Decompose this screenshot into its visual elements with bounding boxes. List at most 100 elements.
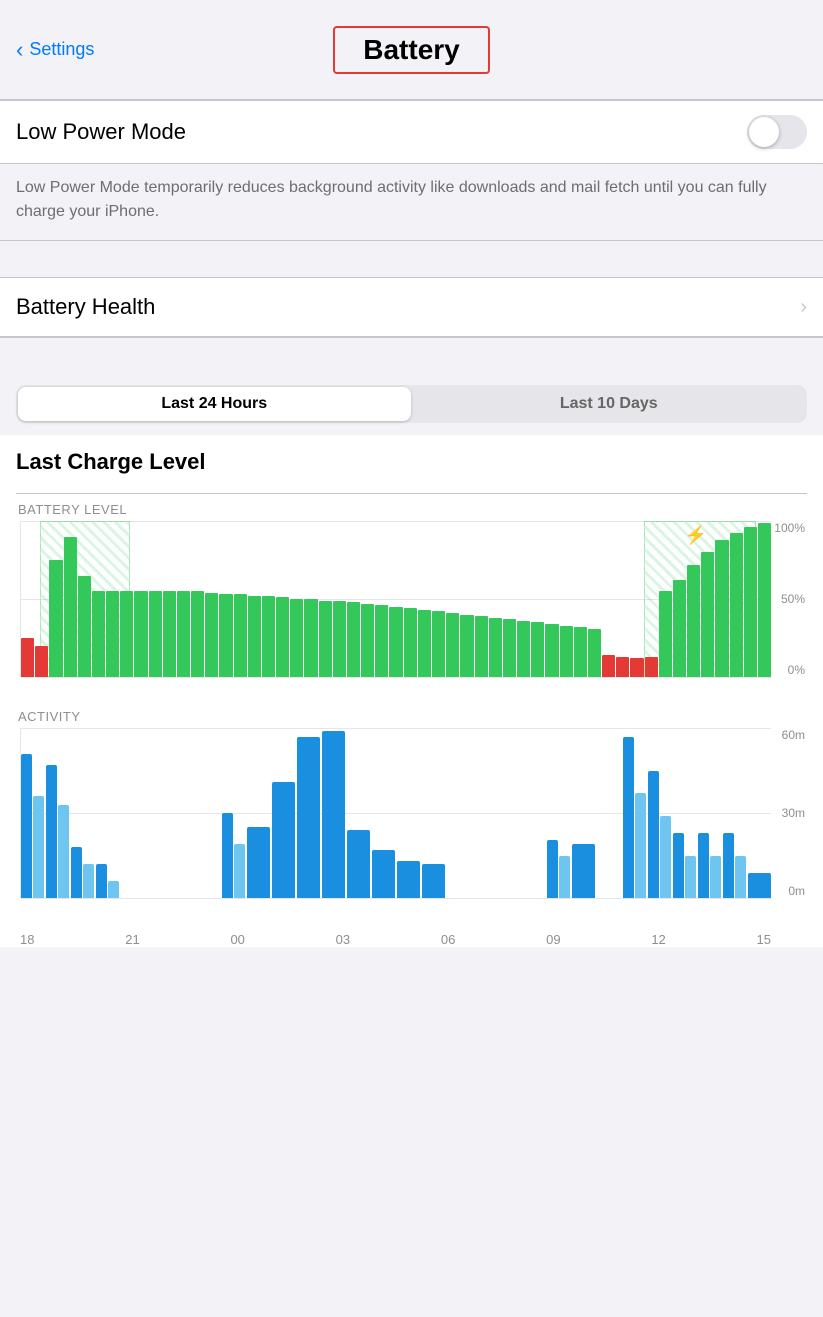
low-power-mode-section: Low Power Mode [0,100,823,164]
battery-bar [602,655,615,677]
battery-bar [78,576,91,677]
activity-bar-screen-off [33,796,44,898]
activity-bars-container [20,728,771,898]
battery-bar [290,599,303,677]
activity-chart: 60m 30m 0m [16,728,807,928]
battery-bar [191,591,204,677]
activity-bar-group [247,728,270,898]
title-box: Battery [333,26,489,74]
battery-bar [347,602,360,677]
battery-bar [758,523,771,677]
activity-bar-screen-on [572,844,595,898]
activity-bar-screen-on [71,847,82,898]
battery-bar [616,657,629,677]
back-button[interactable]: ‹ Settings [16,37,94,63]
activity-bar-screen-off [635,793,646,898]
activity-bar-screen-on [347,830,370,898]
activity-bar-group [623,728,646,898]
battery-bar [701,552,714,677]
activity-bar-group [21,728,44,898]
activity-section: ACTIVITY 60m 30m 0m 18 21 00 03 06 09 12… [16,701,807,947]
activity-bar-screen-on [547,840,558,898]
activity-bar-screen-off [660,816,671,898]
activity-bar-screen-on [422,864,445,898]
activity-bar-group [723,728,746,898]
back-chevron-icon: ‹ [16,37,23,63]
battery-bar [715,540,728,677]
battery-bar [120,591,133,677]
toggle-knob [749,117,779,147]
battery-bar [276,597,289,677]
battery-bar [545,624,558,677]
activity-bar-screen-off [710,856,721,899]
battery-y-labels: 100% 50% 0% [773,521,807,677]
segment-last-10-days[interactable]: Last 10 Days [413,387,806,421]
battery-bar [560,626,573,677]
battery-y-label-100: 100% [774,521,805,535]
activity-bar-screen-on [698,833,709,898]
battery-bar [35,646,48,677]
x-labels-row: 18 21 00 03 06 09 12 15 [16,928,807,947]
activity-bar-group [522,728,545,898]
battery-bar [531,622,544,677]
battery-bar [319,601,332,677]
x-label-06: 06 [441,932,455,947]
battery-bar [333,601,346,677]
x-label-03: 03 [336,932,350,947]
battery-bar [460,615,473,677]
battery-bar [163,591,176,677]
activity-bar-group [547,728,570,898]
activity-bar-group [96,728,119,898]
battery-bar [645,657,658,677]
battery-bar [659,591,672,677]
low-power-description: Low Power Mode temporarily reduces backg… [16,179,767,220]
activity-bar-group [171,728,194,898]
spacer-2 [0,337,823,373]
activity-bar-group [222,728,245,898]
segment-last-24-hours[interactable]: Last 24 Hours [18,387,411,421]
battery-bar [49,560,62,677]
charts-container: BATTERY LEVEL 100% 50% 0% ⚡ ACTIVITY 60m… [0,485,823,947]
battery-bar [205,593,218,677]
x-label-00: 00 [230,932,244,947]
battery-bar [574,627,587,677]
battery-health-row[interactable]: Battery Health › [0,277,823,337]
battery-bar [389,607,402,677]
activity-bar-group [673,728,696,898]
activity-bar-screen-on [748,873,771,899]
activity-bar-screen-on [222,813,233,898]
battery-bar [418,610,431,677]
activity-bar-screen-off [83,864,94,898]
activity-bar-screen-on [21,754,32,899]
battery-bar [588,629,601,677]
battery-bar [361,604,374,677]
activity-bar-group [146,728,169,898]
activity-bar-screen-on [322,731,345,898]
battery-bar [304,599,317,677]
battery-bar [134,591,147,677]
battery-bar [64,537,77,677]
activity-bar-group [297,728,320,898]
nav-header: ‹ Settings Battery [0,0,823,100]
battery-bar [234,594,247,677]
activity-bar-group [572,728,595,898]
low-power-mode-label: Low Power Mode [16,119,186,145]
activity-bar-screen-on [623,737,634,899]
activity-bar-group [121,728,144,898]
battery-level-section: BATTERY LEVEL 100% 50% 0% ⚡ [16,485,807,701]
back-label: Settings [29,39,94,60]
activity-bar-screen-off [234,844,245,898]
battery-bar [489,618,502,677]
low-power-description-section: Low Power Mode temporarily reduces backg… [0,164,823,241]
battery-bar [248,596,261,677]
activity-bar-group [196,728,219,898]
activity-bar-group [422,728,445,898]
activity-bar-group [748,728,771,898]
battery-bar [446,613,459,677]
battery-bar [262,596,275,677]
activity-bar-screen-off [58,805,69,899]
low-power-mode-toggle[interactable] [747,115,807,149]
activity-bar-screen-off [559,856,570,899]
battery-level-chart: 100% 50% 0% ⚡ [16,521,807,701]
activity-bar-screen-off [685,856,696,899]
